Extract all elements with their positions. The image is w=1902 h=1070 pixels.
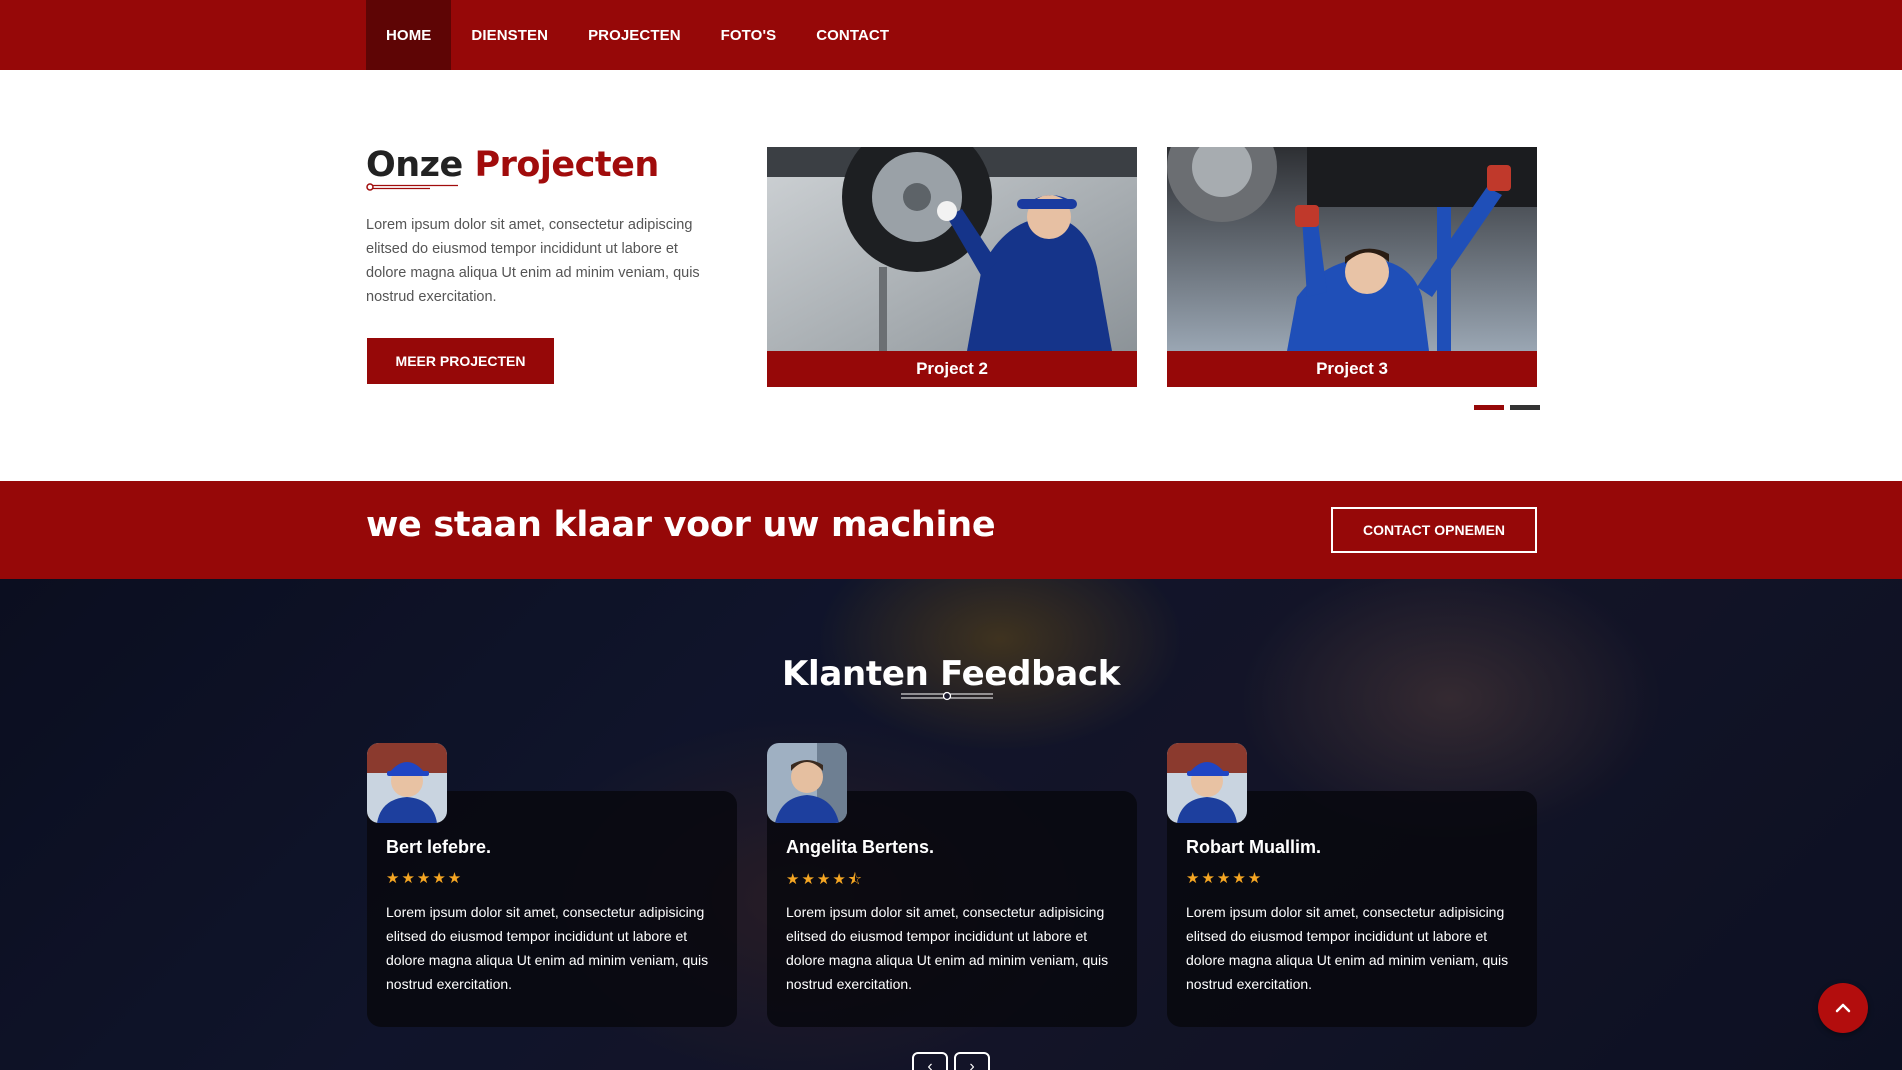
review-card: Angelita Bertens. ★★★★⯪ Lorem ipsum dolo…	[767, 791, 1137, 1027]
projects-description: Lorem ipsum dolor sit amet, consectetur …	[366, 217, 700, 305]
nav-item-projecten[interactable]: PROJECTEN	[568, 0, 701, 70]
avatar	[767, 743, 847, 823]
scroll-to-top-button[interactable]	[1818, 983, 1868, 1033]
star-rating-icon: ★★★★★	[386, 870, 464, 887]
main-nav: HOME DIENSTEN PROJECTEN FOTO'S CONTACT	[0, 0, 1902, 70]
feedback-carousel-nav: ‹ ›	[912, 1052, 990, 1070]
reviewer-name: Robart Muallim.	[1186, 837, 1322, 857]
feedback-section: Klanten Feedback Bert lefebre. ★★★★★ Lor…	[0, 579, 1902, 1070]
mechanic-underbody-image	[1167, 147, 1537, 351]
title-underline-icon	[366, 183, 458, 191]
contact-button[interactable]: CONTACT OPNEMEN	[1331, 507, 1537, 553]
chevron-up-icon	[1835, 1003, 1851, 1013]
review-text: Lorem ipsum dolor sit amet, consectetur …	[786, 904, 1109, 992]
carousel-dots	[1474, 405, 1540, 410]
review-text: Lorem ipsum dolor sit amet, consectetur …	[1186, 904, 1509, 992]
carousel-dot-2[interactable]	[1510, 405, 1540, 410]
review-card: Robart Muallim. ★★★★★ Lorem ipsum dolor …	[1167, 791, 1537, 1027]
project-card-3[interactable]: Project 3	[1167, 147, 1537, 387]
avatar	[1167, 743, 1247, 823]
prev-arrow-icon[interactable]: ‹	[912, 1052, 948, 1070]
reviewer-name: Bert lefebre.	[386, 837, 492, 857]
project-caption: Project 2	[767, 351, 1137, 387]
more-projects-button[interactable]: MEER PROJECTEN	[367, 338, 554, 384]
nav-item-contact[interactable]: CONTACT	[796, 0, 909, 70]
feedback-title: Klanten Feedback	[781, 654, 1121, 694]
next-arrow-icon[interactable]: ›	[954, 1052, 990, 1070]
nav-item-fotos[interactable]: FOTO'S	[701, 0, 797, 70]
avatar	[367, 743, 447, 823]
star-rating-icon: ★★★★★	[1186, 870, 1264, 887]
projects-section: Onze Projecten Lorem ipsum dolor sit ame…	[0, 70, 1902, 481]
projects-title: Onze Projecten	[366, 145, 659, 185]
review-card: Bert lefebre. ★★★★★ Lorem ipsum dolor si…	[367, 791, 737, 1027]
project-caption: Project 3	[1167, 351, 1537, 387]
project-card-2[interactable]: Project 2	[767, 147, 1137, 387]
carousel-dot-1[interactable]	[1474, 405, 1504, 410]
cta-banner: we staan klaar voor uw machine CONTACT O…	[0, 481, 1902, 579]
reviewer-name: Angelita Bertens.	[786, 837, 935, 857]
review-text: Lorem ipsum dolor sit amet, consectetur …	[386, 904, 709, 992]
title-divider-icon	[901, 691, 993, 701]
star-rating-icon: ★★★★⯪	[786, 871, 864, 888]
mechanic-wheel-image	[767, 147, 1137, 351]
nav-item-home[interactable]: HOME	[366, 0, 452, 70]
nav-item-diensten[interactable]: DIENSTEN	[451, 0, 568, 70]
cta-heading: we staan klaar voor uw machine	[366, 505, 996, 545]
